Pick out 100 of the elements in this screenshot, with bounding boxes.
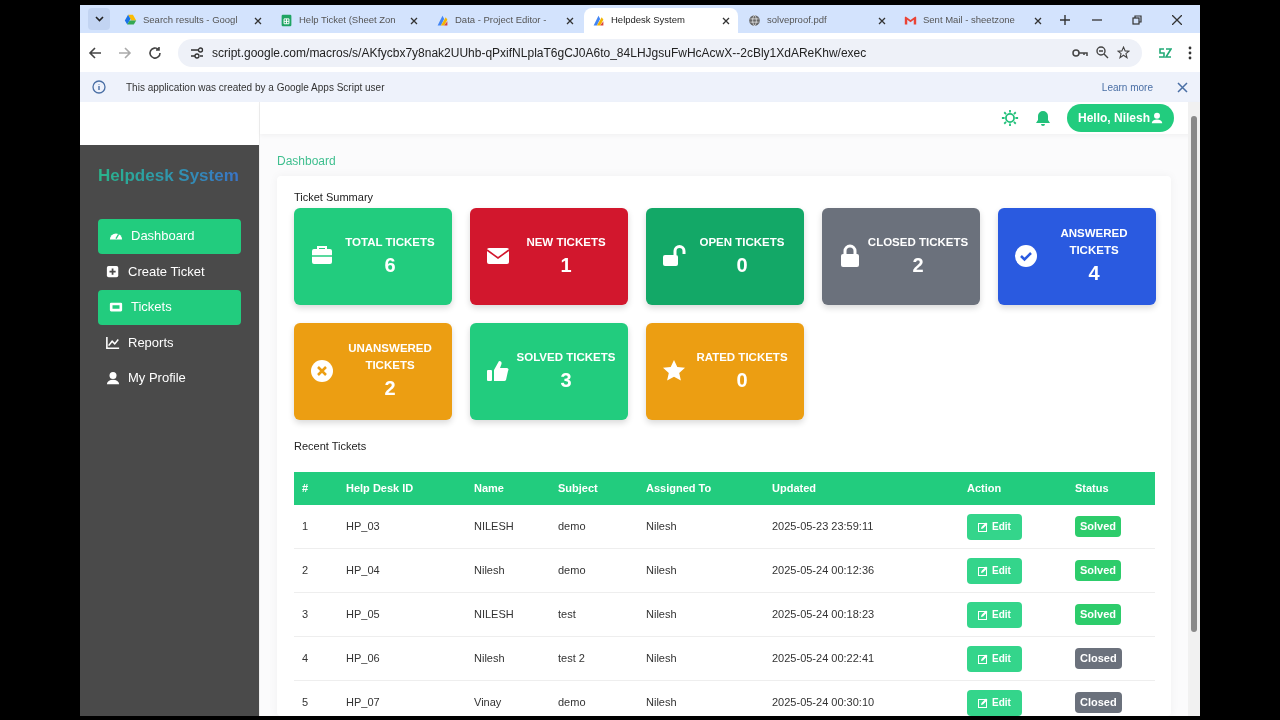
table-cell-text: NILESH (474, 607, 515, 623)
column-header: Action (967, 481, 1003, 497)
check-circle-icon (1014, 244, 1038, 268)
new-tab-icon[interactable] (1060, 15, 1070, 25)
browser-tab[interactable]: Data - Project Editor - (428, 8, 582, 33)
mail-icon (904, 14, 917, 27)
card-count: 2 (912, 252, 924, 278)
stat-card[interactable]: NEW TICKETS 1 (470, 207, 628, 305)
column-header: Subject (558, 481, 599, 497)
script-icon (592, 14, 605, 27)
x-circle-icon (310, 359, 334, 383)
table-cell-text: 2025-05-24 00:18:23 (772, 607, 876, 623)
card-label: OPEN TICKETS (698, 234, 786, 250)
stat-card[interactable]: CLOSED TICKETS 2 (822, 207, 980, 305)
star-icon (662, 359, 686, 383)
close-tab-icon[interactable] (410, 16, 418, 25)
close-tab-icon[interactable] (1034, 16, 1042, 25)
card-count: 4 (1088, 261, 1100, 286)
table-cell-text: test 2 (558, 651, 586, 667)
table-cell-text: Nilesh (646, 651, 678, 667)
table-cell-text: 2025-05-24 00:30:10 (772, 695, 876, 711)
scrollbar[interactable] (1188, 102, 1200, 716)
close-tab-icon[interactable] (878, 16, 886, 25)
address-bar[interactable]: script.google.com/macros/s/AKfycbx7y8nak2UUhb-qPxifNLplaT6gCJ0A6to_84LHJgsuFwHcAcwX--2cBly1XdAReKhw/exec (178, 38, 1142, 67)
column-header: Name (474, 481, 505, 497)
nav-item[interactable]: Reports (98, 325, 241, 360)
bookmark-star-icon[interactable] (1117, 46, 1130, 59)
status-badge: Solved (1075, 604, 1122, 625)
status-badge: Solved (1075, 516, 1122, 537)
key-icon[interactable] (1072, 47, 1088, 58)
table-cell-text: NILESH (474, 519, 515, 535)
table-cell-text: 4 (302, 651, 310, 667)
info-icon (92, 80, 106, 94)
browser-tab[interactable]: Help Ticket (Sheet Zon (272, 8, 426, 33)
card-count: 0 (736, 367, 748, 393)
status-badge: Closed (1075, 692, 1122, 713)
close-icon[interactable] (1177, 81, 1188, 93)
table-cell-text: 1 (302, 519, 310, 535)
table-cell-text: demo (558, 563, 587, 579)
table-cell-text: 2025-05-23 23:59:11 (772, 519, 875, 535)
table-cell-text: HP_05 (346, 607, 381, 623)
user-icon (106, 371, 120, 385)
column-header: Help Desk ID (346, 481, 415, 497)
table-cell-text: 2025-05-24 00:22:41 (772, 651, 876, 667)
section-title: Recent Tickets (294, 438, 368, 454)
close-tab-icon[interactable] (566, 16, 574, 25)
chevron-down-icon (94, 16, 104, 22)
browser-tab[interactable]: solveproof.pdf (740, 8, 894, 33)
table-cell-text: Nilesh (474, 651, 506, 667)
learn-more-link[interactable]: Learn more (1101, 79, 1153, 95)
reload-icon[interactable] (148, 45, 162, 60)
thumbs-up-icon (486, 359, 510, 383)
card-label: TOTAL TICKETS (344, 234, 436, 250)
table-cell-text: demo (558, 519, 587, 535)
zoom-out-icon[interactable] (1096, 46, 1109, 59)
card-label: CLOSED TICKETS (866, 234, 970, 250)
column-header: Status (1075, 481, 1110, 497)
section-title: Ticket Summary (294, 190, 375, 205)
stat-card[interactable]: ANSWERED TICKETS 4 (998, 207, 1156, 305)
close-tab-icon[interactable] (722, 16, 730, 25)
spreadsheet-icon (280, 14, 293, 27)
browser-tab[interactable]: Sent Mail - sheetzone (896, 8, 1050, 33)
padlock-icon (838, 244, 862, 268)
restore-icon[interactable] (1132, 15, 1142, 25)
nav-item[interactable]: Create Ticket (98, 254, 241, 289)
stat-card[interactable]: OPEN TICKETS 0 (646, 207, 804, 305)
table-cell-text: Nilesh (474, 563, 506, 579)
card-count: 0 (736, 252, 748, 278)
close-window-icon[interactable] (1172, 15, 1182, 25)
card-label: UNANSWERED TICKETS (347, 341, 433, 373)
user-icon (1151, 112, 1163, 124)
card-label: RATED TICKETS (695, 349, 789, 365)
status-badge: Closed (1075, 648, 1122, 669)
card-label: NEW TICKETS (525, 234, 607, 250)
table-cell-text: demo (558, 695, 587, 711)
card-count: 1 (560, 252, 572, 278)
browser-tab[interactable]: Helpdesk System (584, 8, 738, 33)
edit-icon (978, 565, 988, 576)
back-icon[interactable] (88, 45, 102, 60)
table-cell-text: HP_06 (346, 651, 381, 667)
card-label: SOLVED TICKETS (515, 349, 617, 365)
table-cell-text: 5 (302, 695, 310, 711)
site-settings-icon[interactable] (190, 46, 204, 59)
column-header: Updated (772, 481, 817, 497)
nav-item[interactable]: My Profile (98, 360, 241, 396)
extension-icon[interactable] (1158, 46, 1172, 59)
unlocked-padlock-icon (662, 244, 686, 268)
ticket-icon (109, 300, 123, 314)
drive-icon (124, 14, 137, 27)
tab-list-button[interactable] (88, 8, 110, 30)
line-chart-icon (106, 335, 120, 350)
edit-icon (978, 609, 988, 620)
table-cell-text: HP_04 (346, 563, 381, 579)
close-tab-icon[interactable] (254, 16, 262, 25)
more-menu-icon[interactable] (1188, 45, 1192, 60)
url-text: script.google.com/macros/s/AKfycbx7y8nak2UUhb-qPxifNLplaT6gCJ0A6to_84LHJgsuFwHcAcwX--2cBly1XdAReKhw/exec (212, 44, 868, 62)
edit-icon (978, 521, 988, 532)
edit-icon (978, 653, 988, 664)
column-header: Assigned To (646, 481, 713, 497)
browser-tab[interactable]: Search results - Googl (116, 8, 270, 33)
